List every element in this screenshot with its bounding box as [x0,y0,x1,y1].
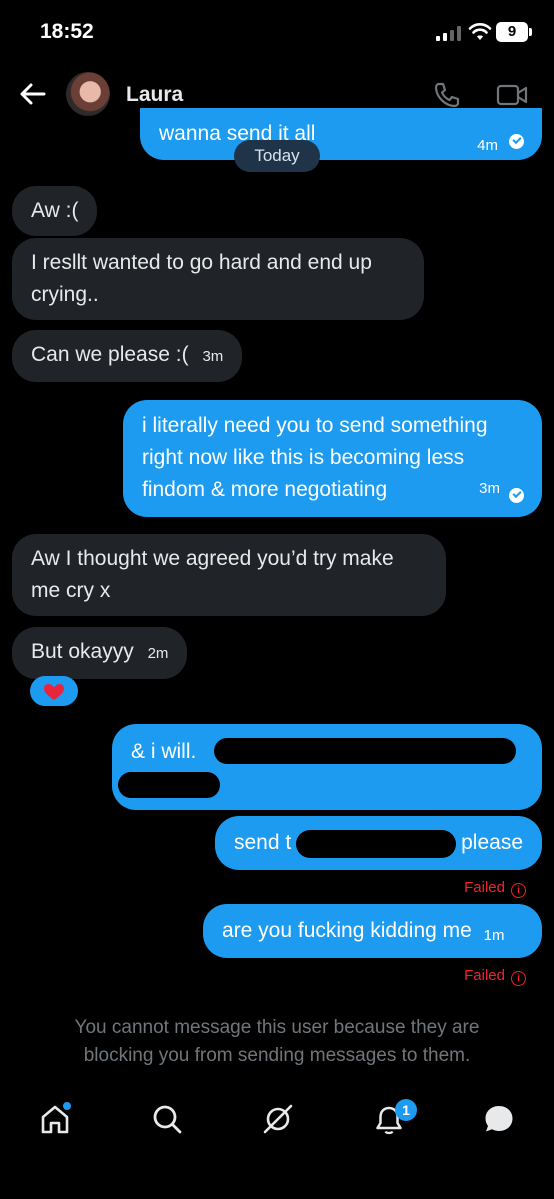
notification-badge: 1 [395,1099,417,1121]
failed-label: Failed [464,879,505,896]
message-text: please [461,831,523,854]
avatar[interactable] [66,72,110,116]
message-text: findom & more negotiating [142,478,388,501]
message-text: me cry x [31,579,111,602]
phone-icon[interactable] [432,80,462,110]
home-icon[interactable] [38,1102,72,1136]
message-time: 2m [147,645,169,662]
sent-check-icon [509,134,524,149]
message-text: I resllt wanted to go hard and end up [31,251,372,274]
redaction-mark [296,830,456,858]
message-incoming[interactable]: But okayyy 2m [12,627,188,679]
redaction-mark [118,772,220,798]
battery-icon: 9 [496,22,532,42]
message-text: But okayyy [31,640,134,663]
message-outgoing[interactable]: i literally need you to send something r… [123,400,542,517]
message-text: send t [234,831,292,854]
message-time: 4m [477,137,498,154]
back-arrow-icon[interactable] [18,80,48,108]
grok-icon[interactable] [261,1102,295,1136]
message-incoming[interactable]: I resllt wanted to go hard and end up cr… [12,238,424,320]
blocked-notice: You cannot message this user because the… [30,1014,524,1070]
message-text: Aw I thought we agreed you’d try make [31,547,394,570]
message-text: Aw :( [31,199,79,222]
signal-icon [436,25,462,41]
heart-icon [44,684,64,700]
message-text: i literally need you to send something [142,414,488,437]
message-incoming[interactable]: Aw :( [12,186,98,236]
message-text: Can we please :( [31,343,189,366]
wifi-icon [468,23,492,40]
video-call-icon[interactable] [496,82,528,108]
message-time: 3m [479,480,500,497]
failed-status: Failed i [464,879,526,898]
message-outgoing[interactable]: are you fucking kidding me 1m [203,904,542,958]
reaction-badge[interactable] [30,676,78,706]
message-text: right now like this is becoming less [142,446,465,469]
redaction-mark [214,738,516,764]
message-outgoing[interactable]: wanna send it all 4m [140,108,542,160]
status-time: 18:52 [40,20,94,43]
sent-check-icon [509,488,524,503]
messages-icon[interactable] [482,1102,516,1136]
date-separator: Today [234,140,320,172]
message-text: crying.. [31,283,99,306]
failed-status: Failed i [464,967,526,986]
message-text: are you fucking kidding me [222,919,472,942]
contact-name[interactable]: Laura [126,83,183,107]
blocked-notice-line: blocking you from sending messages to th… [83,1045,471,1066]
message-time: 1m [483,927,505,944]
message-incoming[interactable]: Aw I thought we agreed you’d try make me… [12,534,446,616]
info-icon: i [511,971,526,986]
search-icon[interactable] [150,1102,184,1136]
failed-label: Failed [464,967,505,984]
info-icon: i [511,883,526,898]
blocked-notice-line: You cannot message this user because the… [74,1017,480,1038]
message-incoming[interactable]: Can we please :( 3m [12,330,243,382]
message-time: 3m [202,348,224,365]
message-text: & i will. [131,740,197,763]
